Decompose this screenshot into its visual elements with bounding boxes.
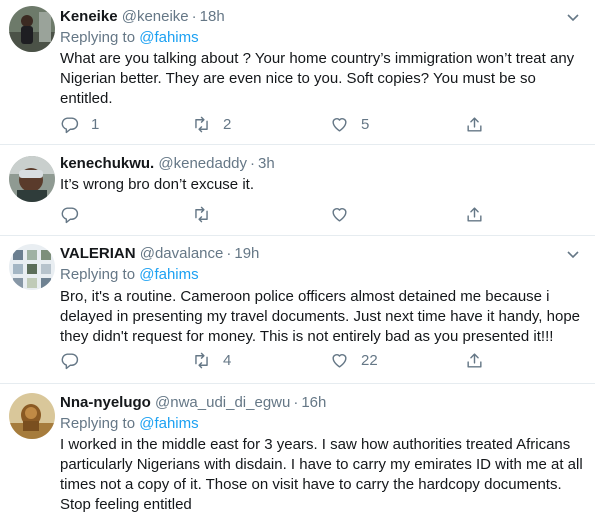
share-icon xyxy=(467,117,482,132)
timestamp[interactable]: 16h xyxy=(301,394,326,411)
chevron-down-icon[interactable] xyxy=(567,251,579,259)
tweet-actions: 4 22 xyxy=(60,351,500,373)
author-name[interactable]: VALERIAN xyxy=(60,245,136,262)
retweet-button[interactable] xyxy=(192,205,211,224)
retweet-icon xyxy=(195,352,208,369)
separator-dot: · xyxy=(191,8,197,25)
mention-link[interactable]: @fahims xyxy=(139,29,198,46)
reply-icon xyxy=(61,353,79,370)
mention-link[interactable]: @fahims xyxy=(139,266,198,283)
timestamp[interactable]: 19h xyxy=(234,245,259,262)
reply-icon xyxy=(61,207,79,224)
reply-feed: Keneike @keneike · 18h Replying to @fahims… xyxy=(0,0,595,522)
share-icon xyxy=(467,207,482,222)
tweet-text: It’s wrong bro don’t excuse it. xyxy=(60,176,254,193)
retweet-count: 2 xyxy=(223,116,232,133)
like-count: 22 xyxy=(361,352,378,369)
timestamp[interactable]: 18h xyxy=(200,8,225,25)
tweet-text: I worked in the middle east for 3 years.… xyxy=(60,436,583,513)
avatar[interactable] xyxy=(9,156,55,202)
chevron-down-icon[interactable] xyxy=(567,14,579,22)
author-handle[interactable]: @keneike xyxy=(122,8,189,25)
replying-to-label: Replying to xyxy=(60,266,140,283)
replying-to: Replying to @fahims xyxy=(60,266,199,283)
tweet-kenedaddy[interactable]: kenechukwu. @kenedaddy · 3h It’s wrong bro… xyxy=(0,145,595,236)
author-name[interactable]: Nna-nyelugo xyxy=(60,394,151,411)
reply-button[interactable]: 1 xyxy=(60,115,99,134)
like-count: 5 xyxy=(361,116,370,133)
replying-to-label: Replying to xyxy=(60,415,140,432)
share-button[interactable] xyxy=(465,115,484,134)
reply-button[interactable] xyxy=(60,205,79,224)
separator-dot: · xyxy=(250,155,255,172)
tweet-nwa-udi-di-egwu[interactable]: Nna-nyelugo @nwa_udi_di_egwu · 16h Replyin… xyxy=(0,384,595,522)
retweet-button[interactable]: 4 xyxy=(192,351,231,370)
reply-button[interactable] xyxy=(60,351,79,370)
avatar[interactable] xyxy=(9,393,55,439)
share-icon xyxy=(467,353,482,368)
retweet-icon xyxy=(195,206,208,223)
retweet-button[interactable]: 2 xyxy=(192,115,231,134)
avatar[interactable] xyxy=(9,6,55,52)
tweet-text: Bro, it's a routine. Cameroon police off… xyxy=(60,288,581,345)
share-button[interactable] xyxy=(465,351,484,370)
tweet-text: What are you talking about ? Your home c… xyxy=(60,50,575,107)
tweet-actions: 1 2 5 xyxy=(60,115,500,137)
like-button[interactable] xyxy=(330,205,349,224)
mention-link[interactable]: @fahims xyxy=(139,415,198,432)
tweet-keneike[interactable]: Keneike @keneike · 18h Replying to @fahims… xyxy=(0,0,595,145)
replying-to-label: Replying to xyxy=(60,29,140,46)
retweet-icon xyxy=(195,116,208,133)
like-icon xyxy=(332,118,347,132)
author-name[interactable]: Keneike xyxy=(60,8,118,25)
like-icon xyxy=(332,208,347,222)
separator-dot: · xyxy=(293,394,299,411)
separator-dot: · xyxy=(226,245,232,262)
replying-to: Replying to @fahims xyxy=(60,415,199,432)
reply-icon xyxy=(61,117,79,134)
author-name[interactable]: kenechukwu. xyxy=(60,155,154,172)
avatar[interactable] xyxy=(9,244,55,290)
retweet-count: 4 xyxy=(223,352,232,369)
replying-to: Replying to @fahims xyxy=(60,29,199,46)
reply-count: 1 xyxy=(91,116,100,133)
author-handle[interactable]: @davalance xyxy=(140,245,224,262)
tweet-davalance[interactable]: VALERIAN @davalance · 19h Replying to @fah… xyxy=(0,236,595,384)
like-button[interactable]: 22 xyxy=(330,351,378,370)
author-handle[interactable]: @kenedaddy xyxy=(158,155,247,172)
share-button[interactable] xyxy=(465,205,484,224)
tweet-actions xyxy=(60,205,500,227)
author-handle[interactable]: @nwa_udi_di_egwu xyxy=(155,394,290,411)
like-button[interactable]: 5 xyxy=(330,115,369,134)
like-icon xyxy=(332,354,347,368)
timestamp[interactable]: 3h xyxy=(258,155,275,172)
